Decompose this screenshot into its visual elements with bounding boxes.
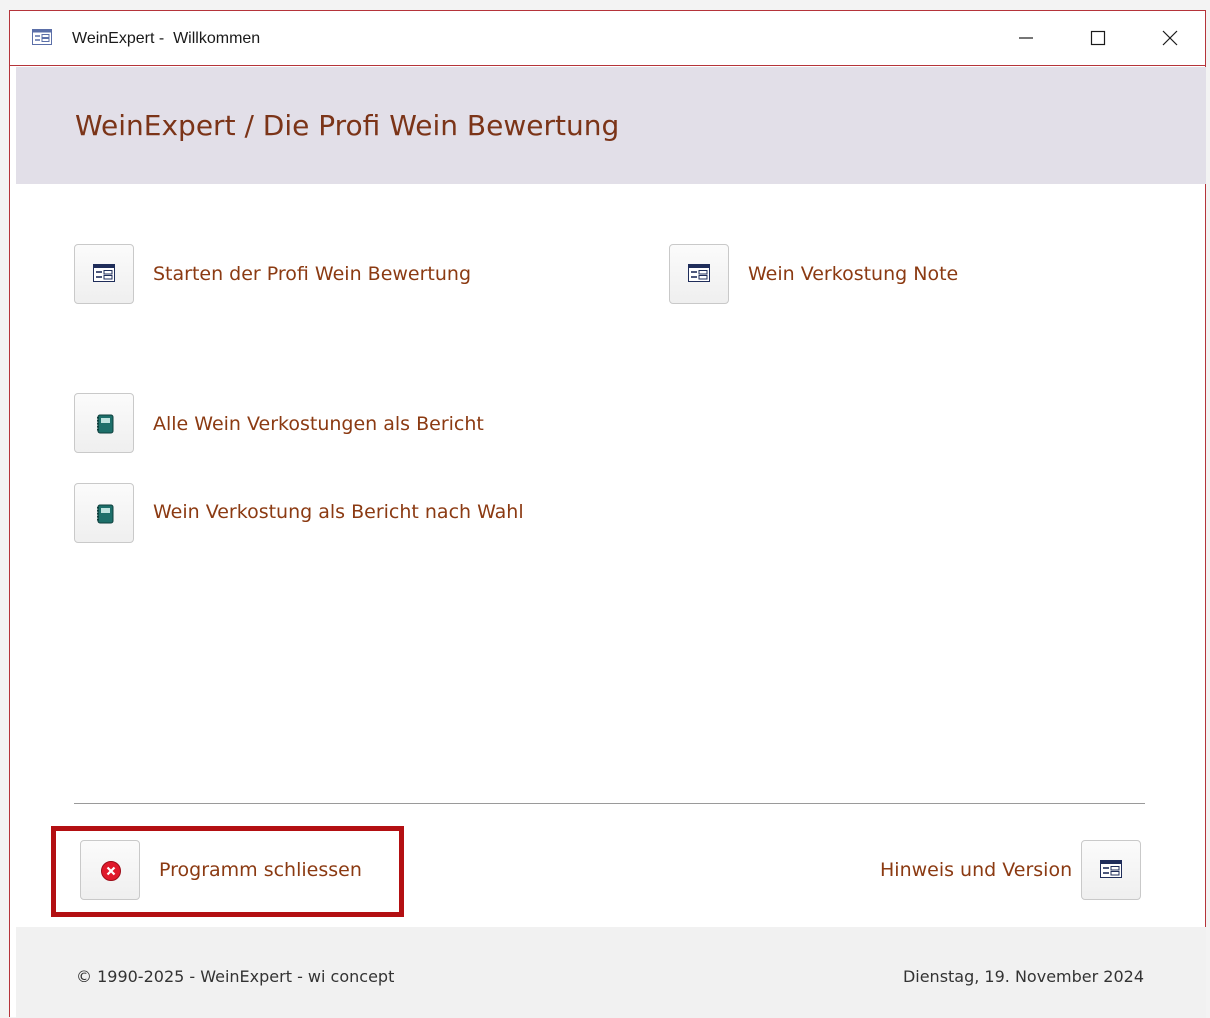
form-icon bbox=[93, 264, 115, 282]
header-band: WeinExpert / Die Profi Wein Bewertung bbox=[16, 67, 1206, 184]
window-title: WeinExpert - Willkommen bbox=[72, 30, 261, 47]
date-text: Dienstag, 19. November 2024 bbox=[902, 967, 1144, 986]
tasting-note-button[interactable] bbox=[669, 244, 729, 304]
report-choice-button[interactable] bbox=[74, 483, 134, 543]
form-icon bbox=[1100, 860, 1122, 878]
info-version-label[interactable]: Hinweis und Version bbox=[880, 859, 1072, 881]
close-icon bbox=[1162, 30, 1178, 46]
minimize-button[interactable] bbox=[1006, 23, 1046, 53]
maximize-button[interactable] bbox=[1078, 23, 1118, 53]
form-icon bbox=[688, 264, 710, 282]
form-icon bbox=[32, 29, 52, 45]
maximize-icon bbox=[1090, 30, 1106, 46]
highlight-box bbox=[51, 826, 404, 917]
footer: © 1990-2025 - WeinExpert - wi concept Di… bbox=[16, 927, 1206, 1018]
report-choice-label[interactable]: Wein Verkostung als Bericht nach Wahl bbox=[153, 501, 524, 523]
all-reports-button[interactable] bbox=[74, 393, 134, 453]
report-book-icon bbox=[97, 504, 114, 524]
title-bar: WeinExpert - Willkommen bbox=[10, 11, 1205, 66]
tasting-note-label[interactable]: Wein Verkostung Note bbox=[748, 263, 958, 285]
report-book-icon bbox=[97, 414, 114, 434]
minimize-icon bbox=[1019, 37, 1033, 39]
page-title: WeinExpert / Die Profi Wein Bewertung bbox=[75, 109, 620, 142]
start-rating-button[interactable] bbox=[74, 244, 134, 304]
app-window: WeinExpert - Willkommen WeinExpert / Die… bbox=[9, 10, 1206, 1018]
divider bbox=[74, 803, 1145, 804]
all-reports-label[interactable]: Alle Wein Verkostungen als Bericht bbox=[153, 413, 484, 435]
start-rating-label[interactable]: Starten der Profi Wein Bewertung bbox=[153, 263, 471, 285]
info-version-button[interactable] bbox=[1081, 840, 1141, 900]
copyright-text: © 1990-2025 - WeinExpert - wi concept bbox=[76, 967, 395, 986]
close-window-button[interactable] bbox=[1150, 23, 1190, 53]
